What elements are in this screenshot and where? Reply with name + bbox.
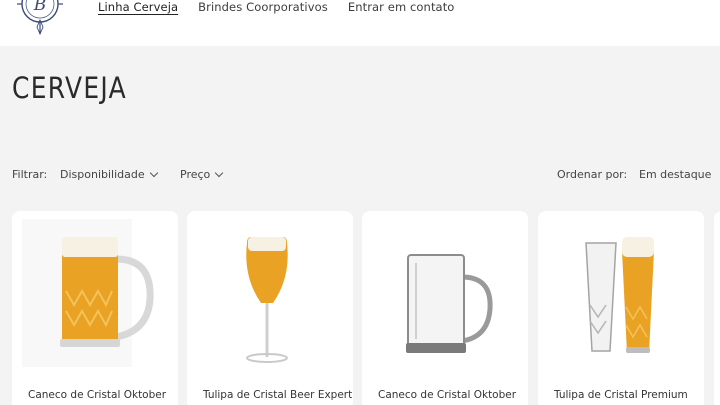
price-filter-label: Preço — [180, 168, 211, 181]
page-title: CERVEJA — [12, 71, 127, 105]
tall-glasses-pair-image — [585, 237, 654, 353]
availability-filter-dropdown[interactable]: Disponibilidade — [60, 168, 158, 181]
product-card[interactable]: Tulipa de Cristal Premium — [538, 211, 704, 405]
price-filter-dropdown[interactable]: Preço — [180, 168, 224, 181]
product-title: Tulipa de Cristal Beer Expert — [203, 389, 353, 401]
product-card[interactable]: Caneco de Cristal Oktober — [362, 211, 528, 405]
product-card[interactable]: Tulipa de Cristal Beer Expert — [187, 211, 353, 405]
beer-mug-empty-image — [406, 254, 493, 353]
svg-text:B: B — [33, 0, 47, 15]
brand-logo-icon[interactable]: B — [12, 0, 70, 36]
chevron-down-icon — [149, 168, 158, 178]
nav-item-contato[interactable]: Entrar em contato — [348, 0, 455, 16]
product-title: Caneco de Cristal Oktober — [28, 389, 167, 401]
product-card-partial[interactable] — [714, 211, 720, 405]
tulip-glass-filled-image — [246, 237, 288, 363]
chevron-down-icon — [215, 168, 224, 178]
filter-bar: Filtrar: Disponibilidade Preço Ordenar p… — [12, 166, 711, 184]
main-nav: Linha Cerveja Brindes Coorporativos Entr… — [98, 0, 454, 16]
product-title: Caneco de Cristal Oktober — [378, 389, 517, 401]
product-title: Tulipa de Cristal Premium — [554, 389, 688, 401]
nav-item-brindes[interactable]: Brindes Coorporativos — [198, 0, 328, 16]
nav-item-linha-cerveja[interactable]: Linha Cerveja — [98, 0, 178, 16]
product-grid: Caneco de Cristal Oktober Tulipa de Cris… — [12, 211, 720, 405]
sort-select[interactable]: Em destaque — [639, 168, 711, 181]
beer-mug-filled-image — [22, 219, 154, 367]
availability-filter-label: Disponibilidade — [60, 168, 145, 181]
site-header: B Linha Cerveja Brindes Coorporativos En… — [0, 0, 720, 46]
sort-label: Ordenar por: — [557, 168, 628, 181]
product-card[interactable]: Caneco de Cristal Oktober — [12, 211, 178, 405]
filter-label: Filtrar: — [12, 168, 48, 181]
